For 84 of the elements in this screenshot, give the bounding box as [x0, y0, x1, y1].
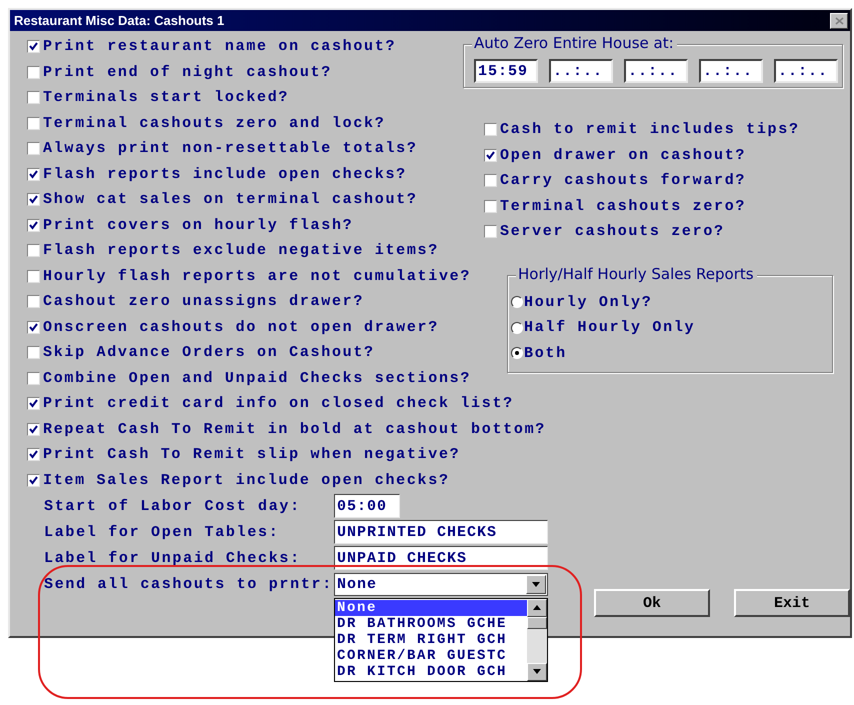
time-field[interactable]: ..:..	[699, 59, 763, 83]
caret-up-icon	[533, 605, 541, 610]
field-label: Label for Unpaid Checks:	[44, 550, 302, 566]
time-field[interactable]: 05:00	[334, 494, 400, 518]
option-label: Combine Open and Unpaid Checks sections?	[43, 370, 472, 387]
checkbox[interactable]	[484, 174, 497, 188]
checkbox[interactable]	[27, 193, 40, 206]
time-field[interactable]: ..:..	[549, 59, 613, 83]
option-label: Terminal cashouts zero?	[500, 198, 746, 215]
option-label: Terminal cashouts zero and lock?	[43, 114, 386, 132]
option-label: Half Hourly Only	[524, 319, 696, 336]
dialog-button[interactable]: Exit	[734, 589, 850, 617]
scroll-down-button[interactable]	[527, 662, 547, 680]
checkbox[interactable]	[27, 372, 40, 385]
checkbox[interactable]	[27, 244, 40, 258]
dropdown-option[interactable]: None	[335, 600, 527, 616]
option-label: Onscreen cashouts do not open drawer?	[43, 318, 439, 336]
scrollbar[interactable]	[527, 598, 547, 680]
checkbox[interactable]	[27, 218, 40, 232]
scroll-thumb[interactable]	[527, 616, 547, 628]
checkbox[interactable]	[27, 346, 40, 360]
option-label: Item Sales Report include open checks?	[43, 472, 450, 489]
dropdown-option[interactable]: DR KITCH DOOR GCH	[335, 664, 527, 680]
caret-down-icon	[533, 669, 541, 674]
option-label: Show cat sales on terminal cashout?	[43, 191, 418, 208]
option-label: Print restaurant name on cashout?	[43, 38, 396, 56]
checkbox[interactable]	[484, 148, 497, 162]
option-label: Flash reports include open checks?	[43, 166, 407, 183]
radio-button[interactable]	[511, 347, 523, 360]
group-title: Horly/Half Hourly Sales Reports	[516, 264, 757, 282]
option-label: Print covers on hourly flash?	[43, 216, 354, 234]
dropdown-arrow-button[interactable]	[526, 574, 546, 594]
option-label: Flash reports exclude negative items?	[43, 242, 439, 260]
checkbox[interactable]	[484, 200, 497, 213]
scroll-up-button[interactable]	[527, 598, 547, 616]
option-label: Cash to remit includes tips?	[500, 121, 800, 138]
field-label: Start of Labor Cost day:	[44, 498, 302, 514]
option-label: Hourly Only?	[524, 294, 652, 311]
option-label: Print end of night cashout?	[43, 64, 332, 81]
checkbox[interactable]	[27, 422, 40, 436]
option-label: Server cashouts zero?	[500, 223, 725, 240]
time-field[interactable]: ..:..	[774, 59, 838, 83]
dropdown-option[interactable]: CORNER/BAR GUESTC	[335, 648, 527, 664]
field-label: Send all cashouts to prntr:	[44, 576, 334, 592]
text-field[interactable]: UNPAID CHECKS	[334, 546, 548, 570]
option-label: Terminals start locked?	[43, 89, 290, 106]
option-label: Both	[524, 344, 567, 362]
option-label: Cashout zero unassigns drawer?	[43, 293, 364, 310]
close-icon	[834, 16, 844, 24]
option-label: Always print non-resettable totals?	[43, 140, 418, 158]
time-field[interactable]: ..:..	[624, 59, 688, 83]
field-label: Label for Open Tables:	[44, 524, 280, 540]
checkbox[interactable]	[27, 142, 40, 156]
checkbox[interactable]	[484, 225, 497, 238]
checkbox[interactable]	[27, 40, 40, 54]
option-label: Print Cash To Remit slip when negative?	[43, 446, 460, 464]
option-label: Print credit card info on closed check list?	[43, 395, 514, 412]
checkbox[interactable]	[27, 270, 40, 283]
option-label: Repeat Cash To Remit in bold at cashout bottom?	[43, 420, 546, 438]
checkbox[interactable]	[27, 474, 40, 487]
checkbox[interactable]	[27, 295, 40, 308]
caret-down-icon	[532, 582, 540, 586]
checkbox[interactable]	[27, 66, 40, 79]
radio-button[interactable]	[511, 296, 523, 308]
text-field[interactable]: UNPRINTED CHECKS	[334, 520, 548, 544]
checkbox[interactable]	[484, 123, 497, 136]
window-title: Restaurant Misc Data: Cashouts 1	[14, 13, 224, 28]
option-label: Skip Advance Orders on Cashout?	[43, 344, 375, 362]
dropdown-option[interactable]: DR BATHROOMS GCHE	[335, 616, 527, 632]
option-label: Open drawer on cashout?	[500, 146, 746, 164]
option-label: Hourly flash reports are not cumulative?	[43, 268, 472, 285]
time-field[interactable]: 15:59	[474, 59, 538, 83]
radio-button[interactable]	[511, 322, 523, 334]
checkbox[interactable]	[27, 116, 40, 130]
checkbox[interactable]	[27, 168, 40, 181]
checkbox[interactable]	[27, 91, 40, 104]
dropdown-option[interactable]: DR TERM RIGHT GCH	[335, 632, 527, 648]
dialog-button[interactable]: Ok	[594, 589, 710, 617]
checkbox[interactable]	[27, 397, 40, 410]
checkbox[interactable]	[27, 448, 40, 462]
checkbox[interactable]	[27, 320, 40, 334]
option-label: Carry cashouts forward?	[500, 172, 746, 190]
printer-dropdown[interactable]: None	[334, 572, 548, 596]
close-button[interactable]	[830, 12, 848, 28]
